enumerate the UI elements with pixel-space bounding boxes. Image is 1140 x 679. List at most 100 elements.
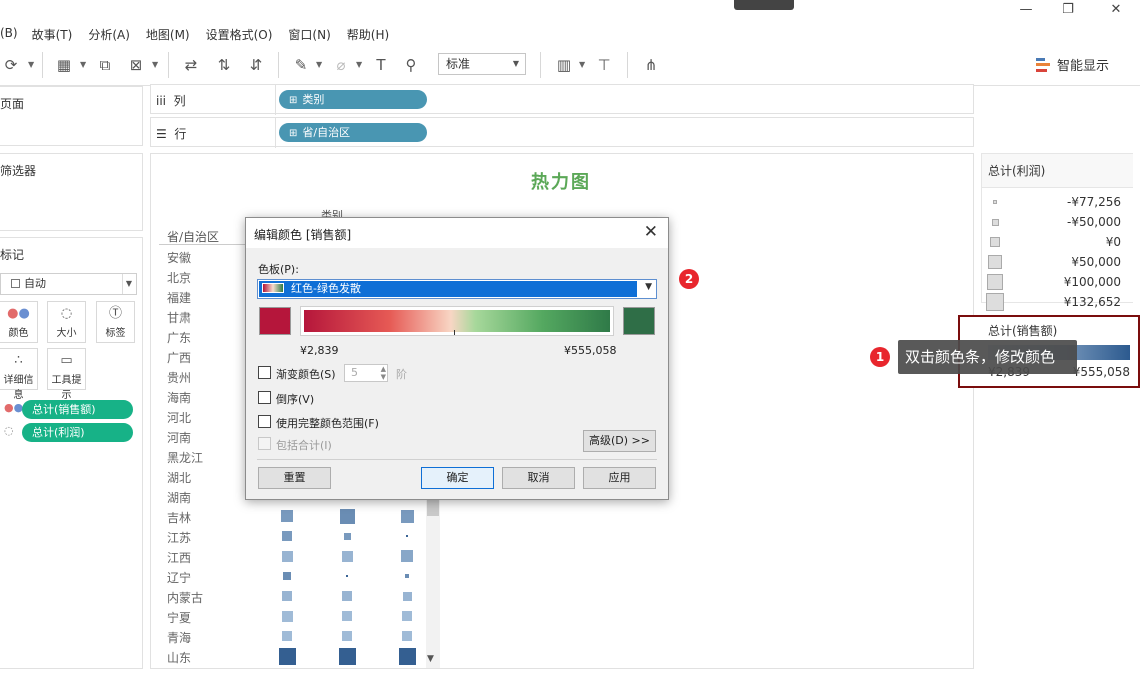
highlight-pen-icon[interactable]: ✎ [290,54,312,76]
minimize-icon[interactable]: — [1016,2,1036,18]
category-pill[interactable]: ⊞ 类别 [279,90,427,109]
stepper-arrows-icon[interactable]: ▲ ▼ [381,365,386,381]
palette-select[interactable]: 红色-绿色发散 ▼ [257,279,657,299]
heat-cell[interactable] [406,535,408,537]
profit-size-legend[interactable]: 总计(利润) -¥77,256 -¥50,000 ¥0 ¥50,000 ¥100,000… [981,153,1133,311]
heat-cell[interactable] [341,550,353,562]
attach-icon[interactable]: ⌀ [330,54,352,76]
apply-button[interactable]: 应用 [583,467,656,489]
start-color-swatch[interactable] [259,307,291,335]
menu-item-6[interactable]: 帮助(H) [347,26,389,43]
heat-cell[interactable] [339,508,355,524]
vertical-scrollbar[interactable]: ▼ [426,494,440,668]
gradient-center-tick [454,330,455,335]
heat-cell[interactable] [402,631,412,641]
refresh-caret-icon[interactable]: ▼ [28,60,34,69]
profit-size-pill[interactable]: 总计(利润) [22,423,133,442]
menu-item-4[interactable]: 设置格式(O) [206,26,273,43]
heat-cell[interactable] [401,550,413,562]
steps-stepper[interactable]: 5 ▲ ▼ [344,364,388,382]
full-range-checkbox[interactable] [258,415,271,428]
chart-view-caret-icon[interactable]: ▼ [579,60,585,69]
heat-cell[interactable] [342,591,352,601]
sort-ascending-icon[interactable]: ⇅ [213,54,235,76]
heat-cell[interactable] [281,610,293,622]
province-row[interactable]: 宁夏 [167,606,427,626]
size-legend-label: ¥100,000 [1063,275,1121,289]
scroll-down-icon[interactable]: ▼ [427,654,434,664]
province-row[interactable]: 山东 [167,646,427,666]
heat-cell[interactable] [278,647,296,665]
presentation-icon[interactable]: ⊤ [593,54,615,76]
pages-panel[interactable]: 页面 [0,86,143,146]
clear-sheet-caret-icon[interactable]: ▼ [152,60,158,69]
columns-shelf[interactable]: iii 列 ⊞ 类别 [150,84,974,115]
new-sheet-icon[interactable]: ▦ [53,54,75,76]
heat-cell[interactable] [346,575,348,577]
mark-size-button[interactable]: ◌ 大小 [47,301,86,343]
mark-type-select[interactable]: 自动 ▼ [0,273,137,295]
sales-color-pill[interactable]: 总计(销售额) [22,400,133,419]
text-label-icon[interactable]: T [370,54,392,76]
menu-item-1[interactable]: 故事(T) [32,26,73,43]
menu-item-2[interactable]: 分析(A) [88,26,130,43]
chart-view-icon[interactable]: ▥ [553,54,575,76]
heat-cell[interactable] [405,574,409,578]
cancel-button[interactable]: 取消 [502,467,575,489]
heat-cell[interactable] [338,647,356,665]
heat-cell[interactable] [342,631,352,641]
attach-caret-icon[interactable]: ▼ [356,60,362,69]
close-icon[interactable]: ✕ [644,222,658,242]
heat-cell[interactable] [402,591,412,601]
new-sheet-caret-icon[interactable]: ▼ [80,60,86,69]
heat-cell[interactable] [402,611,412,621]
mark-color-button[interactable]: ●● 颜色 [0,301,38,343]
mark-size-select[interactable]: 标准 ▼ [438,53,526,75]
menu-item-3[interactable]: 地图(M) [146,26,190,43]
heat-cell[interactable] [282,631,292,641]
province-row[interactable]: 江西 [167,546,427,566]
heat-cell[interactable] [398,647,416,665]
steps-unit: 阶 [396,368,407,381]
province-row[interactable]: 江苏 [167,526,427,546]
reset-button[interactable]: 重置 [258,467,331,489]
menu-item-5[interactable]: 窗口(N) [288,26,330,43]
stepped-color-checkbox[interactable] [258,366,271,379]
pin-icon[interactable]: ⚲ [400,54,422,76]
province-row[interactable]: 青海 [167,626,427,646]
heat-cell[interactable] [283,572,291,580]
swap-rows-columns-icon[interactable]: ⇄ [180,54,202,76]
heat-cell[interactable] [281,510,293,522]
mark-label-button[interactable]: Ⓣ 标签 [96,301,135,343]
heat-cell[interactable] [342,611,352,621]
close-window-icon[interactable]: ✕ [1106,2,1126,18]
scrollbar-thumb[interactable] [427,498,439,516]
filters-panel[interactable]: 筛选器 [0,153,143,231]
duplicate-sheet-icon[interactable]: ⧉ [94,54,116,76]
reversed-checkbox[interactable] [258,391,271,404]
mark-color-label: 颜色 [8,328,29,339]
mark-detail-button[interactable]: ∴ 详细信息 [0,348,38,401]
smart-show-button[interactable]: 智能显示 [1036,55,1109,74]
end-color-swatch[interactable] [623,307,655,335]
heat-cell[interactable] [282,591,292,601]
advanced-button[interactable]: 高级(D) >> [583,430,656,452]
province-row[interactable]: 吉林 [167,506,427,526]
share-icon[interactable]: ⋔ [640,54,662,76]
menu-item-0[interactable]: (B) [0,26,18,43]
heat-cell[interactable] [343,532,351,540]
heat-cell[interactable] [281,550,293,562]
province-pill[interactable]: ⊞ 省/自治区 [279,123,427,142]
ok-button[interactable]: 确定 [421,467,494,489]
rows-shelf[interactable]: ☰ 行 ⊞ 省/自治区 [150,117,974,148]
refresh-icon[interactable]: ⟳ [0,54,22,76]
province-row[interactable]: 内蒙古 [167,586,427,606]
heat-cell[interactable] [400,509,414,523]
sort-descending-icon[interactable]: ⇵ [245,54,267,76]
highlight-caret-icon[interactable]: ▼ [316,60,322,69]
restore-icon[interactable]: ❐ [1058,2,1078,18]
heat-cell[interactable] [282,531,292,541]
clear-sheet-icon[interactable]: ⊠ [125,54,147,76]
province-row[interactable]: 辽宁 [167,566,427,586]
mark-tooltip-button[interactable]: ▭ 工具提示 [47,348,86,401]
